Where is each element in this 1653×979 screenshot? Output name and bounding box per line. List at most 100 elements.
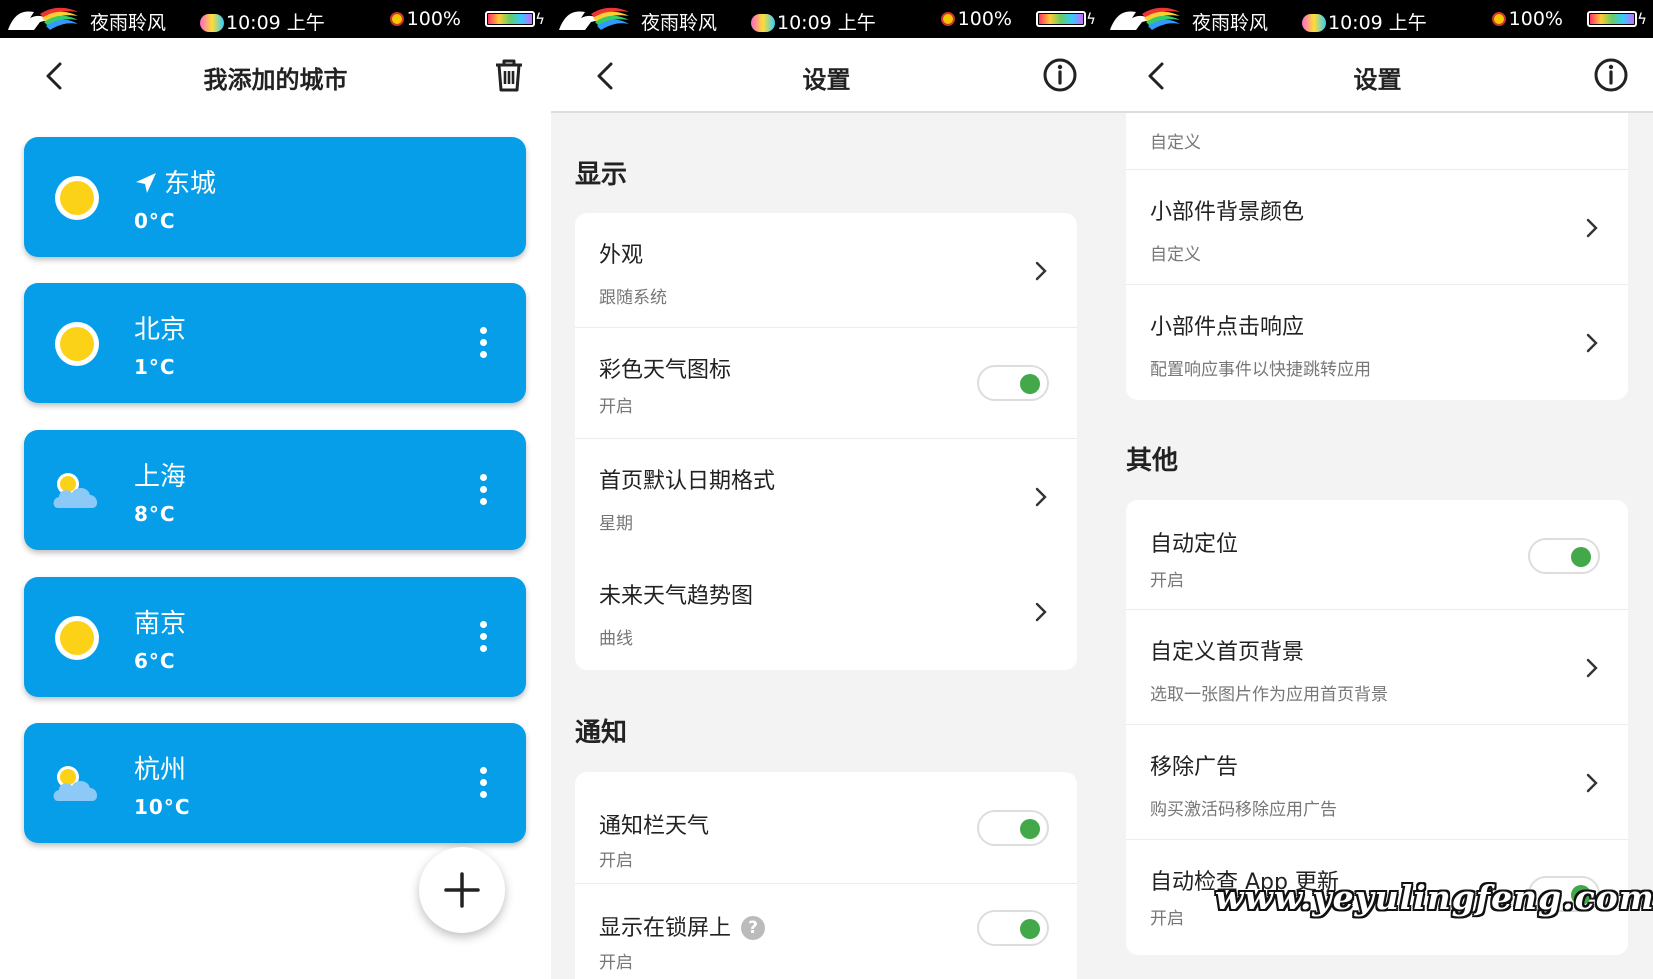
sun-status-icon [1491,12,1506,26]
status-time-text: 10:09 上午 [226,12,325,34]
setting-subtitle: 自定义 [1150,133,1201,153]
status-app-name: 夜雨聆风 [1192,12,1269,34]
more-options-icon[interactable] [478,767,488,799]
setting-title: 外观 [599,243,644,268]
auto-location-toggle[interactable] [1528,538,1600,574]
app-logo-icon [8,7,78,30]
setting-title: 通知栏天气 [599,814,710,839]
info-icon[interactable] [1591,55,1631,95]
city-temperature: 6°C [134,649,176,673]
setting-subtitle: 星期 [599,514,633,534]
status-time-text: 10:09 上午 [1328,12,1427,34]
info-icon[interactable] [1040,55,1080,95]
setting-title: 小部件点击响应 [1150,315,1305,340]
city-card-nanjing[interactable]: 南京 6°C [24,577,526,697]
settings-app-bar: 设置 [551,38,1102,113]
setting-auto-location[interactable]: 自动定位 开启 [1126,500,1628,610]
battery-percent: 100% [1508,8,1563,30]
battery-percent: 100% [957,8,1012,30]
cities-screen: 夜雨聆风 10:09 上午 100% ϟ 我添加的城市 东城 0°C 北京 1°… [0,0,551,979]
setting-subtitle: 自定义 [1150,245,1201,265]
chevron-right-icon [1586,218,1598,238]
city-temperature: 1°C [134,355,176,379]
status-app-name: 夜雨聆风 [641,12,718,34]
location-arrow-icon [136,173,156,193]
charging-icon: ϟ [535,10,545,28]
city-card-beijing[interactable]: 北京 1°C [24,283,526,403]
city-card-hangzhou[interactable]: 杭州 10°C [24,723,526,843]
setting-subtitle: 开启 [599,851,633,871]
page-title: 设置 [1353,66,1402,94]
sun-status-icon [389,12,404,26]
setting-title: 首页默认日期格式 [599,469,776,494]
watermark-text: www.yeyulingfeng.com [1215,878,1653,917]
setting-remove-ads[interactable]: 移除广告 购买激活码移除应用广告 [1126,725,1628,840]
setting-subtitle: 开启 [599,953,633,973]
setting-default-date-format[interactable]: 首页默认日期格式 星期 [575,439,1077,554]
help-icon[interactable]: ? [741,916,766,940]
sun-icon [55,322,99,366]
status-bar: 夜雨聆风 10:09 上午 100% ϟ [1102,0,1653,38]
city-temperature: 8°C [134,502,176,526]
city-name: 南京 [134,609,187,639]
setting-colored-weather-icons[interactable]: 彩色天气图标 开启 [575,328,1077,439]
sun-icon [55,176,99,220]
section-display-title: 显示 [575,160,628,190]
city-temperature: 10°C [134,795,191,819]
add-city-button[interactable] [419,847,505,933]
setting-subtitle: 开启 [1150,571,1184,591]
partly-cloudy-icon [53,766,98,801]
status-battery-text: 100% [389,8,461,30]
setting-subtitle: 开启 [599,397,633,417]
trash-icon[interactable] [489,55,529,95]
battery-percent: 100% [406,8,461,30]
app-logo-icon [559,7,629,30]
setting-title: 自定义首页背景 [1150,640,1305,665]
more-options-icon[interactable] [478,327,488,359]
setting-subtitle: 曲线 [599,629,633,649]
status-time: 10:09 上午 [200,8,325,35]
weather-status-icon [1302,14,1326,32]
setting-show-on-lockscreen[interactable]: 显示在锁屏上? 开启 [575,884,1077,979]
setting-appearance[interactable]: 外观 跟随系统 [575,213,1077,328]
more-options-icon[interactable] [478,621,488,653]
charging-icon: ϟ [1086,10,1096,28]
setting-widget-click-response[interactable]: 小部件点击响应 配置响应事件以快捷跳转应用 [1126,285,1628,400]
status-time: 10:09 上午 [1302,8,1427,35]
setting-custom-home-background[interactable]: 自定义首页背景 选取一张图片作为应用首页背景 [1126,610,1628,725]
setting-title: 自动定位 [1150,532,1239,557]
setting-subtitle: 选取一张图片作为应用首页背景 [1150,685,1388,705]
settings-app-bar: 设置 [1102,38,1653,113]
city-name: 北京 [134,315,187,345]
settings-screen-bottom: 夜雨聆风 10:09 上午 100% ϟ 自定义 小部件背景颜色 自定义 小部件… [1102,0,1653,979]
battery-icon [1587,11,1637,27]
sun-status-icon [940,12,955,26]
status-bar: 夜雨聆风 10:09 上午 100% ϟ [0,0,551,38]
city-card-shanghai[interactable]: 上海 8°C [24,430,526,550]
chevron-right-icon [1035,261,1047,281]
plus-icon [444,872,480,908]
partly-cloudy-icon [53,473,98,508]
city-name: 上海 [134,462,187,492]
status-time-text: 10:09 上午 [777,12,876,34]
colored-icons-toggle[interactable] [977,365,1049,401]
status-battery-text: 100% [1491,8,1563,30]
setting-forecast-trend-chart[interactable]: 未来天气趋势图 曲线 [575,554,1077,670]
setting-widget-background-color[interactable]: 小部件背景颜色 自定义 [1126,170,1628,285]
status-time: 10:09 上午 [751,8,876,35]
notification-weather-toggle[interactable] [977,810,1049,846]
chevron-right-icon [1035,602,1047,622]
status-battery-text: 100% [940,8,1012,30]
status-app-name: 夜雨聆风 [90,12,167,34]
weather-status-icon [751,14,775,32]
sun-icon [55,616,99,660]
setting-title: 显示在锁屏上? [599,910,766,942]
setting-title: 未来天气趋势图 [599,584,754,609]
status-bar: 夜雨聆风 10:09 上午 100% ϟ [551,0,1102,38]
city-card-dongcheng[interactable]: 东城 0°C [24,137,526,257]
setting-notification-bar-weather[interactable]: 通知栏天气 开启 [575,772,1077,884]
page-title: 设置 [802,66,851,94]
chevron-right-icon [1586,773,1598,793]
lockscreen-toggle[interactable] [977,910,1049,946]
more-options-icon[interactable] [478,474,488,506]
